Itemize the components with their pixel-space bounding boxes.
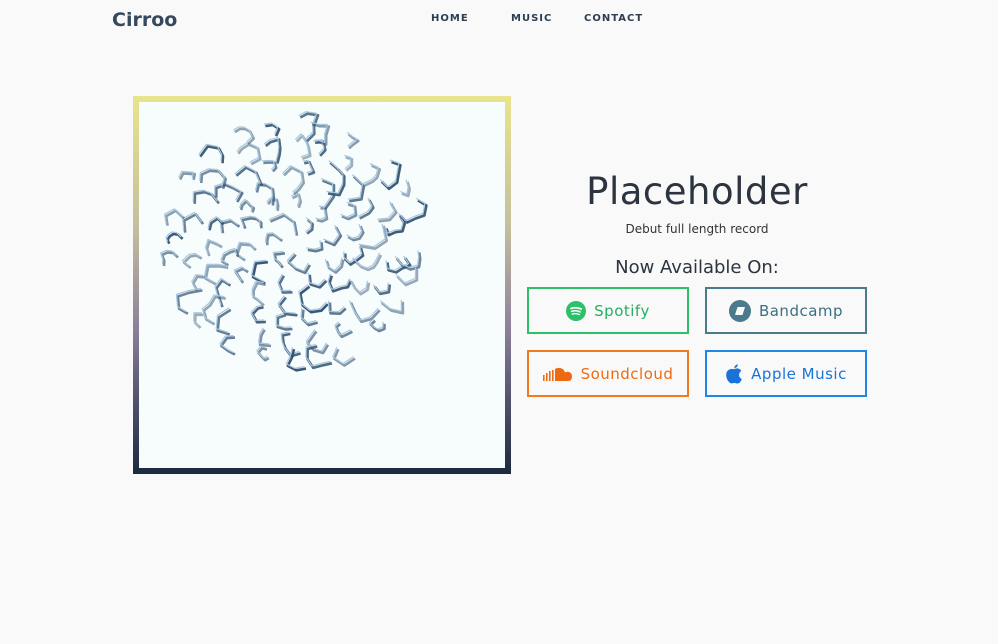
artwork-shape-shadow: [205, 240, 223, 257]
artwork-shape: [363, 163, 379, 185]
artwork-shape-shadow: [380, 301, 405, 315]
nav-music[interactable]: MUSIC: [511, 13, 552, 24]
apple-music-label: Apple Music: [751, 364, 847, 383]
artwork-shape: [400, 179, 409, 195]
artwork-shape: [372, 282, 389, 293]
nav-home[interactable]: HOME: [431, 13, 469, 24]
artwork-shape-shadow: [252, 281, 266, 307]
apple-music-button[interactable]: Apple Music: [705, 350, 867, 397]
artwork-shape-shadow: [202, 295, 226, 326]
artwork-shape-shadow: [299, 285, 329, 314]
spotify-button[interactable]: Spotify: [527, 287, 689, 334]
artwork-shape-shadow: [215, 183, 244, 203]
artwork-shape-shadow: [176, 289, 203, 315]
artwork-shape-shadow: [182, 213, 205, 233]
artwork-shape: [285, 347, 305, 369]
artwork-shape: [340, 201, 356, 218]
artwork-shape: [315, 205, 327, 220]
soundcloud-label: Soundcloud: [580, 364, 674, 383]
artwork-shape-shadow: [291, 193, 303, 209]
artwork-shape: [306, 240, 322, 250]
soundcloud-icon: [542, 367, 572, 381]
artwork-shape: [346, 223, 363, 239]
album-art: [139, 102, 505, 468]
artwork-shape-shadow: [215, 279, 232, 308]
artwork-shape-shadow: [182, 254, 203, 270]
artwork-shape-shadow: [269, 214, 299, 236]
bandcamp-label: Bandcamp: [758, 301, 844, 320]
artwork-shape-shadow: [266, 233, 284, 246]
spotify-icon: [566, 300, 587, 321]
artwork-shape-shadow: [220, 219, 241, 234]
snowflake-artwork: [160, 111, 428, 372]
album-title: Placeholder: [586, 170, 808, 213]
album-cover: [133, 96, 511, 474]
apple-icon: [726, 363, 742, 384]
artwork-shape: [368, 318, 384, 330]
available-heading: Now Available On:: [615, 257, 779, 278]
bandcamp-icon: [728, 299, 751, 322]
artwork-shape-shadow: [193, 313, 204, 329]
artwork-shape-shadow: [287, 253, 312, 275]
brand-logo[interactable]: Cirroo: [112, 9, 177, 31]
bandcamp-button[interactable]: Bandcamp: [705, 287, 867, 334]
artwork-shape-shadow: [164, 209, 185, 226]
soundcloud-button[interactable]: Soundcloud: [527, 350, 689, 397]
nav-contact[interactable]: CONTACT: [584, 13, 643, 24]
album-subtitle: Debut full length record: [625, 222, 769, 236]
artwork-shape-shadow: [396, 269, 419, 287]
artwork-shape-shadow: [359, 199, 375, 220]
artwork-shape-shadow: [234, 127, 255, 145]
spotify-label: Spotify: [594, 301, 650, 320]
